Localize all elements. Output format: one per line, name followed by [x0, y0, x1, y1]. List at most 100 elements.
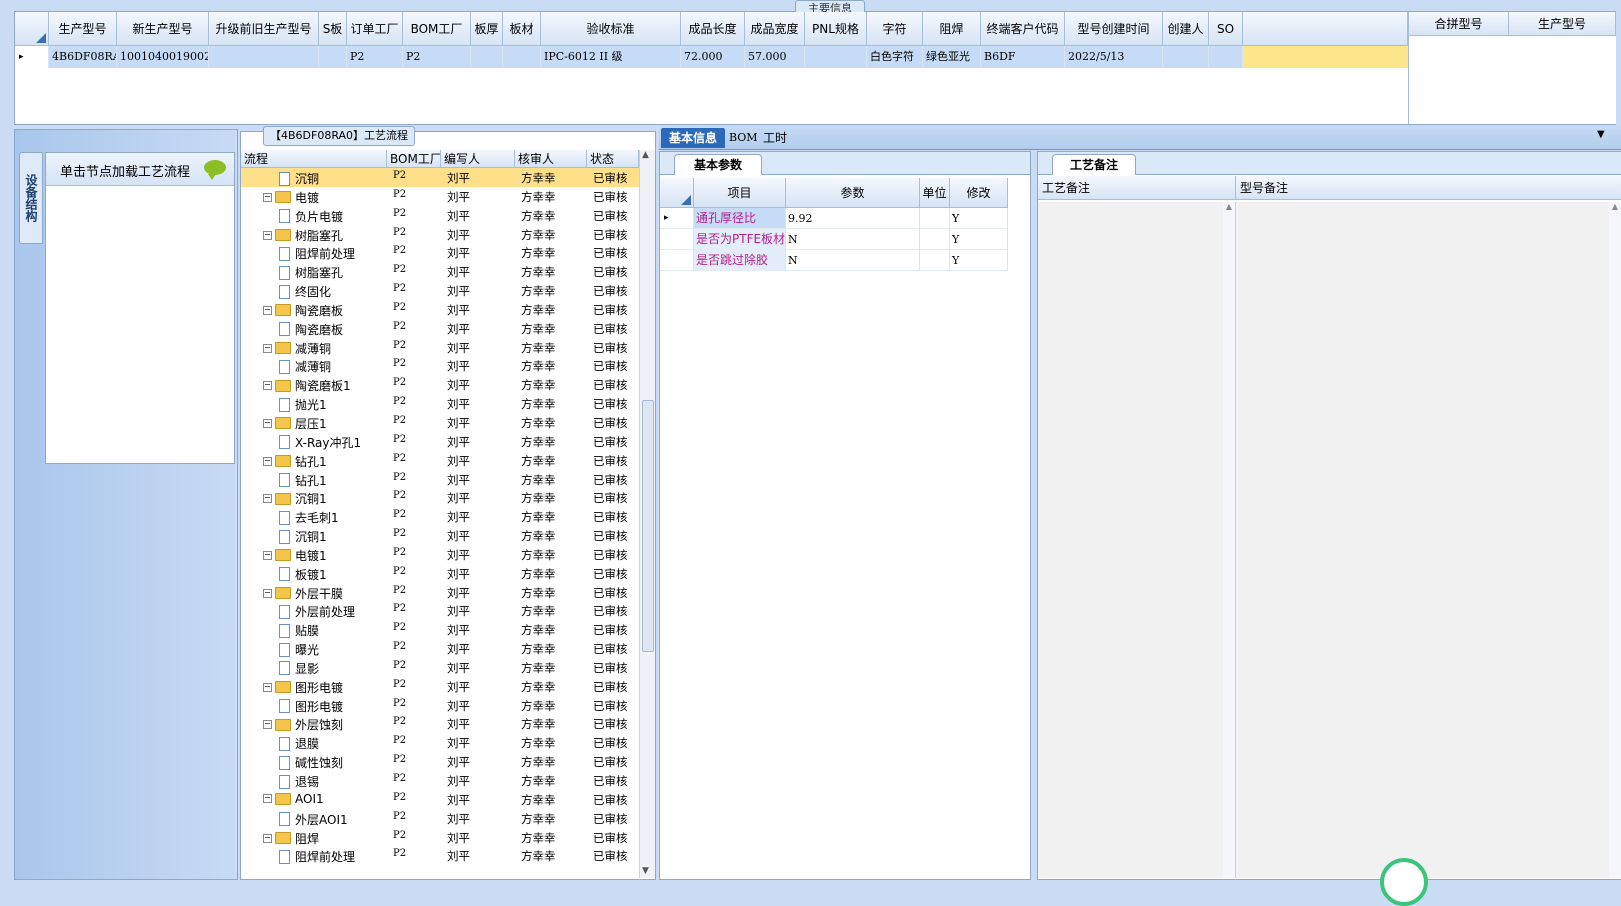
tree-col-header[interactable]: BOM工厂: [387, 150, 441, 168]
tree-row[interactable]: − 电镀 P2 刘平 方幸幸 已审核: [241, 187, 639, 206]
tab-basic-info[interactable]: 基本信息: [661, 128, 726, 148]
grid-cell[interactable]: [1209, 46, 1243, 68]
param-unit-cell[interactable]: [920, 229, 950, 250]
tree-row[interactable]: 板镀1 P2 刘平 方幸幸 已审核: [241, 564, 639, 583]
collapse-icon[interactable]: −: [263, 794, 272, 804]
tree-row[interactable]: 沉铜1 P2 刘平 方幸幸 已审核: [241, 526, 639, 545]
tree-row[interactable]: X-Ray冲孔1 P2 刘平 方幸幸 已审核: [241, 432, 639, 451]
tree-node[interactable]: 贴膜: [279, 622, 319, 639]
grid-cell[interactable]: P2: [347, 46, 403, 68]
tree-node[interactable]: 沉铜1: [279, 528, 327, 545]
col-header[interactable]: PNL规格: [805, 12, 867, 46]
params-col-modify[interactable]: 修改: [950, 178, 1008, 208]
col-header[interactable]: 终端客户代码: [981, 12, 1065, 46]
tree-row[interactable]: 碱性蚀刻 P2 刘平 方幸幸 已审核: [241, 752, 639, 771]
collapse-icon[interactable]: −: [263, 381, 272, 391]
param-item-cell[interactable]: 是否为PTFE板材: [694, 229, 786, 250]
tree-node[interactable]: 阻焊前处理: [279, 848, 355, 865]
tree-row[interactable]: − 层压1 P2 刘平 方幸幸 已审核: [241, 413, 639, 432]
tree-node[interactable]: 外层前处理: [279, 603, 355, 620]
params-row-header[interactable]: ▸: [660, 208, 694, 229]
grid-cell[interactable]: 72.000: [681, 46, 745, 68]
col-header[interactable]: S板: [319, 12, 347, 46]
merge-col-header[interactable]: 合拼型号: [1409, 12, 1509, 36]
grid-cell[interactable]: 绿色亚光: [923, 46, 981, 68]
collapse-icon[interactable]: −: [263, 833, 272, 843]
collapse-icon[interactable]: −: [263, 418, 272, 428]
param-modify-cell[interactable]: Y: [950, 208, 1008, 229]
tree-row[interactable]: − 阻焊 P2 刘平 方幸幸 已审核: [241, 828, 639, 847]
col-header[interactable]: 订单工厂: [347, 12, 403, 46]
tree-row[interactable]: − 减薄铜 P2 刘平 方幸幸 已审核: [241, 338, 639, 357]
tree-node[interactable]: − 外层蚀刻: [263, 716, 343, 733]
process-notes-scrollbar[interactable]: ▲: [1223, 202, 1235, 878]
collapse-icon[interactable]: −: [263, 494, 272, 504]
col-header[interactable]: 板厚: [471, 12, 503, 46]
params-row-header[interactable]: [660, 250, 694, 271]
tree-node[interactable]: 板镀1: [279, 566, 327, 583]
param-modify-cell[interactable]: Y: [950, 229, 1008, 250]
tree-scroll-thumb[interactable]: [642, 400, 654, 652]
tree-node[interactable]: − 电镀1: [263, 547, 327, 564]
params-col-unit[interactable]: 单位: [920, 178, 950, 208]
collapse-icon[interactable]: −: [263, 720, 272, 730]
grid-cell[interactable]: [1163, 46, 1209, 68]
tree-row[interactable]: 树脂塞孔 P2 刘平 方幸幸 已审核: [241, 262, 639, 281]
tree-row[interactable]: 阻焊前处理 P2 刘平 方幸幸 已审核: [241, 846, 639, 865]
tree-node[interactable]: 显影: [279, 660, 319, 677]
tab-work-hours[interactable]: 工时: [755, 128, 795, 148]
col-header[interactable]: 成品宽度: [745, 12, 805, 46]
process-notes-text[interactable]: ▲: [1038, 202, 1236, 878]
tree-row[interactable]: 终固化 P2 刘平 方幸幸 已审核: [241, 281, 639, 300]
params-col-value[interactable]: 参数: [786, 178, 920, 208]
tree-row[interactable]: 贴膜 P2 刘平 方幸幸 已审核: [241, 620, 639, 639]
tree-row[interactable]: − 外层蚀刻 P2 刘平 方幸幸 已审核: [241, 714, 639, 733]
grid-cell[interactable]: [319, 46, 347, 68]
collapse-icon[interactable]: −: [263, 682, 272, 692]
tree-node[interactable]: − 外层干膜: [263, 585, 343, 602]
param-value-cell[interactable]: N: [786, 250, 920, 271]
tree-row[interactable]: 退锡 P2 刘平 方幸幸 已审核: [241, 771, 639, 790]
param-unit-cell[interactable]: [920, 250, 950, 271]
tree-node[interactable]: X-Ray冲孔1: [279, 434, 361, 451]
tree-col-header[interactable]: 状态: [587, 150, 639, 168]
grid-cell[interactable]: 2022/5/13: [1065, 46, 1163, 68]
tree-row[interactable]: 去毛刺1 P2 刘平 方幸幸 已审核: [241, 507, 639, 526]
tree-row[interactable]: 抛光1 P2 刘平 方幸幸 已审核: [241, 394, 639, 413]
tree-row[interactable]: 显影 P2 刘平 方幸幸 已审核: [241, 658, 639, 677]
param-modify-cell[interactable]: Y: [950, 250, 1008, 271]
tree-scrollbar[interactable]: ▲ ▼: [639, 150, 655, 878]
tree-row[interactable]: 钻孔1 P2 刘平 方幸幸 已审核: [241, 470, 639, 489]
tree-row[interactable]: − 电镀1 P2 刘平 方幸幸 已审核: [241, 545, 639, 564]
tree-row[interactable]: 陶瓷磨板 P2 刘平 方幸幸 已审核: [241, 319, 639, 338]
col-header[interactable]: 验收标准: [541, 12, 681, 46]
tree-node[interactable]: 陶瓷磨板: [279, 321, 343, 338]
col-header[interactable]: BOM工厂: [403, 12, 471, 46]
tree-row[interactable]: 外层AOI1 P2 刘平 方幸幸 已审核: [241, 809, 639, 828]
grid-cell[interactable]: [209, 46, 319, 68]
tree-row[interactable]: − 陶瓷磨板1 P2 刘平 方幸幸 已审核: [241, 375, 639, 394]
params-col-item[interactable]: 项目: [694, 178, 786, 208]
param-item-cell[interactable]: 是否跳过除胶: [694, 250, 786, 271]
tab-process-notes[interactable]: 工艺备注: [1052, 154, 1136, 175]
collapse-icon[interactable]: −: [263, 550, 272, 560]
tree-node[interactable]: − 陶瓷磨板1: [263, 377, 351, 394]
tree-col-header[interactable]: 流程: [241, 150, 387, 168]
collapse-icon[interactable]: −: [263, 588, 272, 598]
tree-row[interactable]: − 陶瓷磨板 P2 刘平 方幸幸 已审核: [241, 300, 639, 319]
tree-row[interactable]: 图形电镀 P2 刘平 方幸幸 已审核: [241, 696, 639, 715]
col-header[interactable]: 型号创建时间: [1065, 12, 1163, 46]
tree-node[interactable]: − 树脂塞孔: [263, 227, 343, 244]
tree-node[interactable]: 树脂塞孔: [279, 264, 343, 281]
tree-row[interactable]: − 沉铜1 P2 刘平 方幸幸 已审核: [241, 488, 639, 507]
tree-row[interactable]: 沉铜 P2 刘平 方幸幸 已审核: [241, 168, 639, 187]
grid-cell[interactable]: [471, 46, 503, 68]
scroll-up-icon[interactable]: ▲: [642, 150, 649, 160]
col-header[interactable]: 阻焊: [923, 12, 981, 46]
col-header[interactable]: 生产型号: [49, 12, 117, 46]
tree-node[interactable]: − 减薄铜: [263, 340, 331, 357]
grid-cell[interactable]: P2: [403, 46, 471, 68]
tree-node[interactable]: 图形电镀: [279, 698, 343, 715]
model-notes-scrollbar[interactable]: ▲: [1609, 202, 1621, 878]
tree-node[interactable]: 终固化: [279, 283, 331, 300]
